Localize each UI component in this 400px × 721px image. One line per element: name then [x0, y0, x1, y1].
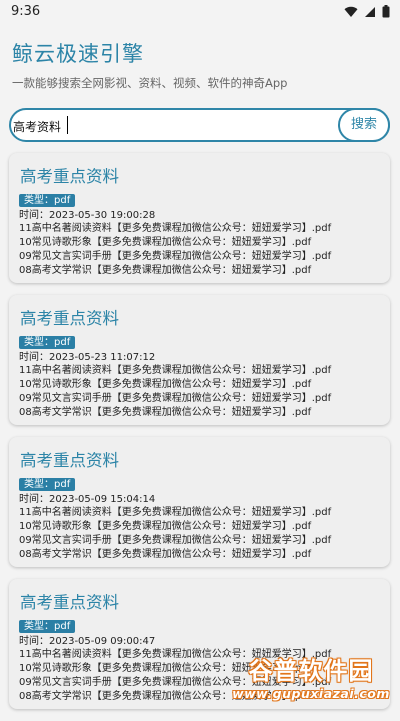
search-input[interactable] — [13, 114, 333, 138]
type-badge: 类型：pdf — [19, 336, 76, 349]
watermark-main-text: 谷普软件园 — [248, 650, 374, 686]
time-label: 时间： — [19, 494, 49, 505]
time-value: 2023-05-09 09:00:47 — [49, 636, 156, 647]
app-subtitle: 一款能够搜索全网影视、资料、视频、软件的神奇App — [12, 76, 288, 90]
results-list: 高考重点资料 类型：pdf 时间：2023-05-30 19:00:28 11高… — [9, 153, 390, 721]
type-badge: 类型：pdf — [19, 620, 76, 633]
time-label: 时间： — [19, 636, 49, 647]
time-line: 时间：2023-05-23 11:07:12 — [19, 351, 380, 364]
file-item: 11高中名著阅读资料【更多免费课程加微信公众号：妞妞爱学习】.pdf — [19, 507, 332, 518]
time-value: 2023-05-09 15:04:14 — [49, 494, 156, 505]
app-title: 鲸云极速引擎 — [12, 42, 144, 66]
type-badge: 类型：pdf — [19, 478, 76, 491]
file-item: 09常见文言实词手册【更多免费课程加微信公众号：妞妞爱学习】.pdf — [19, 251, 332, 262]
file-item: 09常见文言实词手册【更多免费课程加微信公众号：妞妞爱学习】.pdf — [19, 393, 332, 404]
result-title[interactable]: 高考重点资料 — [20, 163, 380, 186]
wifi-icon — [344, 6, 358, 22]
time-label: 时间： — [19, 210, 49, 221]
result-card[interactable]: 高考重点资料 类型：pdf 时间：2023-05-09 15:04:14 11高… — [9, 437, 390, 567]
file-item: 08高考文学常识【更多免费课程加微信公众号：妞妞爱学习】.pdf — [19, 265, 312, 276]
result-title[interactable]: 高考重点资料 — [20, 589, 380, 612]
watermark-logo: 谷普软件园 www.gupuxiazai.com — [222, 640, 400, 711]
battery-icon — [382, 5, 390, 22]
file-item: 10常见诗歌形象【更多免费课程加微信公众号：妞妞爱学习】.pdf — [19, 521, 312, 532]
text-caret — [67, 116, 68, 134]
search-button[interactable]: 搜索 — [338, 108, 390, 142]
watermark-url-text: www.gupuxiazai.com — [232, 685, 390, 701]
time-line: 时间：2023-05-30 19:00:28 — [19, 209, 380, 222]
file-item: 08高考文学常识【更多免费课程加微信公众号：妞妞爱学习】.pdf — [19, 549, 312, 560]
status-bar: 9:36 — [0, 0, 400, 24]
time-value: 2023-05-23 11:07:12 — [49, 352, 156, 363]
file-item: 09常见文言实词手册【更多免费课程加微信公众号：妞妞爱学习】.pdf — [19, 535, 332, 546]
time-value: 2023-05-30 19:00:28 — [49, 210, 156, 221]
time-line: 时间：2023-05-09 15:04:14 — [19, 493, 380, 506]
file-item: 10常见诗歌形象【更多免费课程加微信公众号：妞妞爱学习】.pdf — [19, 379, 312, 390]
file-item: 11高中名著阅读资料【更多免费课程加微信公众号：妞妞爱学习】.pdf — [19, 365, 332, 376]
status-time: 9:36 — [11, 4, 41, 19]
file-item: 11高中名著阅读资料【更多免费课程加微信公众号：妞妞爱学习】.pdf — [19, 223, 332, 234]
time-label: 时间： — [19, 352, 49, 363]
system-icons — [344, 5, 390, 22]
file-item: 10常见诗歌形象【更多免费课程加微信公众号：妞妞爱学习】.pdf — [19, 237, 312, 248]
search-bar: 搜索 — [9, 108, 390, 142]
type-badge: 类型：pdf — [19, 194, 76, 207]
file-item: 08高考文学常识【更多免费课程加微信公众号：妞妞爱学习】.pdf — [19, 407, 312, 418]
result-card[interactable]: 高考重点资料 类型：pdf 时间：2023-05-30 19:00:28 11高… — [9, 153, 390, 283]
result-title[interactable]: 高考重点资料 — [20, 305, 380, 328]
result-card[interactable]: 高考重点资料 类型：pdf 时间：2023-05-23 11:07:12 11高… — [9, 295, 390, 425]
result-title[interactable]: 高考重点资料 — [20, 447, 380, 470]
signal-icon — [364, 6, 376, 22]
